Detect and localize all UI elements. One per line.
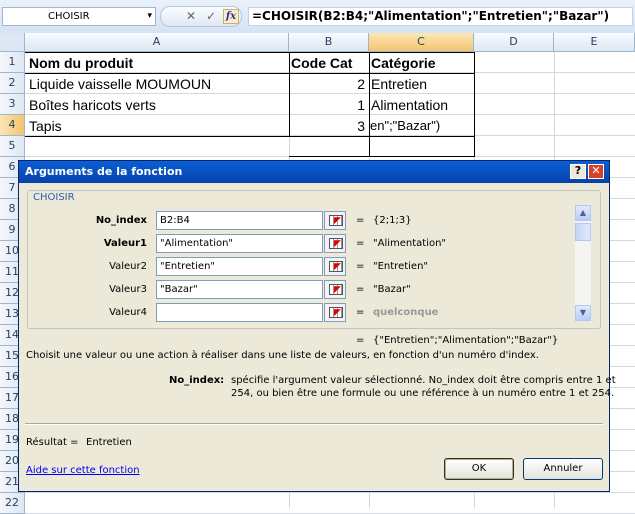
name-box-dropdown-icon[interactable]: ▾ xyxy=(147,11,152,21)
row-header[interactable]: 3 xyxy=(0,94,25,115)
scroll-up-icon[interactable]: ▲ xyxy=(575,205,591,221)
cell-a1[interactable]: Nom du produit xyxy=(29,55,287,71)
collapse-dialog-icon[interactable]: ◤ xyxy=(324,280,346,299)
enter-entry-icon[interactable]: ✓ xyxy=(203,9,219,24)
collapse-dialog-icon[interactable]: ◤ xyxy=(324,303,346,322)
arg-result-valeur2: "Entretien" xyxy=(373,261,429,272)
cell-b2[interactable]: 2 xyxy=(291,76,365,92)
divider xyxy=(25,423,603,425)
arg-result-valeur3: "Bazar" xyxy=(373,284,411,295)
equals-sign: = xyxy=(356,284,365,295)
dialog-title[interactable]: Arguments de la fonction xyxy=(19,161,609,183)
arg-help-label: No_index: xyxy=(169,375,225,386)
cell-b3[interactable]: 1 xyxy=(291,97,365,113)
collapse-dialog-icon[interactable]: ◤ xyxy=(324,257,346,276)
arg-result-no-index: {2;1;3} xyxy=(373,215,412,226)
arg-label-no-index: No_index xyxy=(95,215,147,226)
arguments-scrollbar[interactable]: ▲ ▼ xyxy=(575,205,591,321)
column-header-a[interactable]: A xyxy=(25,33,289,52)
column-header-e[interactable]: E xyxy=(554,33,635,52)
formula-bar: CHOISIR ▾ ✕ ✓ fx =CHOISIR(B2:B4;"Aliment… xyxy=(0,0,635,34)
equals-sign: = xyxy=(356,261,365,272)
scroll-down-icon[interactable]: ▼ xyxy=(575,305,591,321)
arg-result-valeur4: quelconque xyxy=(373,307,439,318)
name-box[interactable]: CHOISIR ▾ xyxy=(2,7,156,26)
select-all-corner[interactable] xyxy=(0,33,25,52)
arg-input-valeur3[interactable]: "Bazar" xyxy=(156,280,323,299)
cell-a2[interactable]: Liquide vaisselle MOUMOUN xyxy=(29,76,287,92)
arg-label-valeur3: Valeur3 xyxy=(109,284,147,295)
close-icon[interactable]: ✕ xyxy=(588,164,604,179)
equals-sign: = xyxy=(356,215,365,226)
cell-b1[interactable]: Code Cat xyxy=(291,55,367,71)
name-box-value: CHOISIR xyxy=(48,11,90,22)
ok-button[interactable]: OK xyxy=(444,458,514,480)
column-header-c[interactable]: C xyxy=(369,33,474,52)
arg-input-no-index[interactable]: B2:B4 xyxy=(156,211,323,230)
scroll-thumb[interactable] xyxy=(575,223,591,241)
cancel-entry-icon[interactable]: ✕ xyxy=(183,9,199,24)
result-value: Entretien xyxy=(86,437,132,448)
cell-a3[interactable]: Boîtes haricots verts xyxy=(29,97,287,113)
formula-buttons: ✕ ✓ fx xyxy=(160,6,242,27)
arg-input-valeur2[interactable]: "Entretien" xyxy=(156,257,323,276)
cell-c2[interactable]: Entretien xyxy=(371,76,472,92)
row-header[interactable]: 5 xyxy=(0,136,25,157)
cell-c1[interactable]: Catégorie xyxy=(371,55,472,71)
equals-sign: = xyxy=(356,238,365,249)
arg-input-valeur4[interactable] xyxy=(156,303,323,322)
collapse-dialog-icon[interactable]: ◤ xyxy=(324,234,346,253)
function-name-label: CHOISIR xyxy=(31,192,77,203)
equals-sign: = xyxy=(356,307,365,318)
help-link[interactable]: Aide sur cette fonction xyxy=(26,465,140,476)
column-header-d[interactable]: D xyxy=(474,33,554,52)
equals-sign: = xyxy=(356,335,365,346)
row-header[interactable]: 2 xyxy=(0,73,25,94)
arg-help-line1: spécifie l'argument valeur sélectionné. … xyxy=(231,375,616,386)
result-label: Résultat = xyxy=(26,437,79,448)
cell-c4-editing[interactable]: en";"Bazar") xyxy=(370,118,472,133)
function-arguments-dialog: Arguments de la fonction ? ✕ CHOISIR No_… xyxy=(18,160,616,492)
row-header[interactable]: 4 xyxy=(0,115,25,136)
arg-result-valeur1: "Alimentation" xyxy=(373,238,447,249)
cell-a4[interactable]: Tapis xyxy=(29,118,287,134)
arg-input-valeur1[interactable]: "Alimentation" xyxy=(156,234,323,253)
cell-b4[interactable]: 3 xyxy=(291,118,365,134)
arg-label-valeur2: Valeur2 xyxy=(109,261,147,272)
insert-function-icon[interactable]: fx xyxy=(223,9,239,24)
row-header[interactable]: 22 xyxy=(0,493,25,514)
cell-c3[interactable]: Alimentation xyxy=(371,97,472,113)
help-title-button[interactable]: ? xyxy=(570,164,586,179)
arg-label-valeur1: Valeur1 xyxy=(103,238,147,249)
arg-help-line2: 254, ou bien être une formule ou une réf… xyxy=(231,388,615,399)
row-header[interactable]: 1 xyxy=(0,52,25,73)
cancel-button[interactable]: Annuler xyxy=(523,458,603,480)
column-header-b[interactable]: B xyxy=(289,33,369,52)
overall-result: {"Entretien";"Alimentation";"Bazar"} xyxy=(373,335,559,346)
arg-label-valeur4: Valeur4 xyxy=(109,307,147,318)
collapse-dialog-icon[interactable]: ◤ xyxy=(324,211,346,230)
formula-input[interactable]: =CHOISIR(B2:B4;"Alimentation";"Entretien… xyxy=(248,7,633,26)
function-description: Choisit une valeur ou une action à réali… xyxy=(26,350,539,361)
